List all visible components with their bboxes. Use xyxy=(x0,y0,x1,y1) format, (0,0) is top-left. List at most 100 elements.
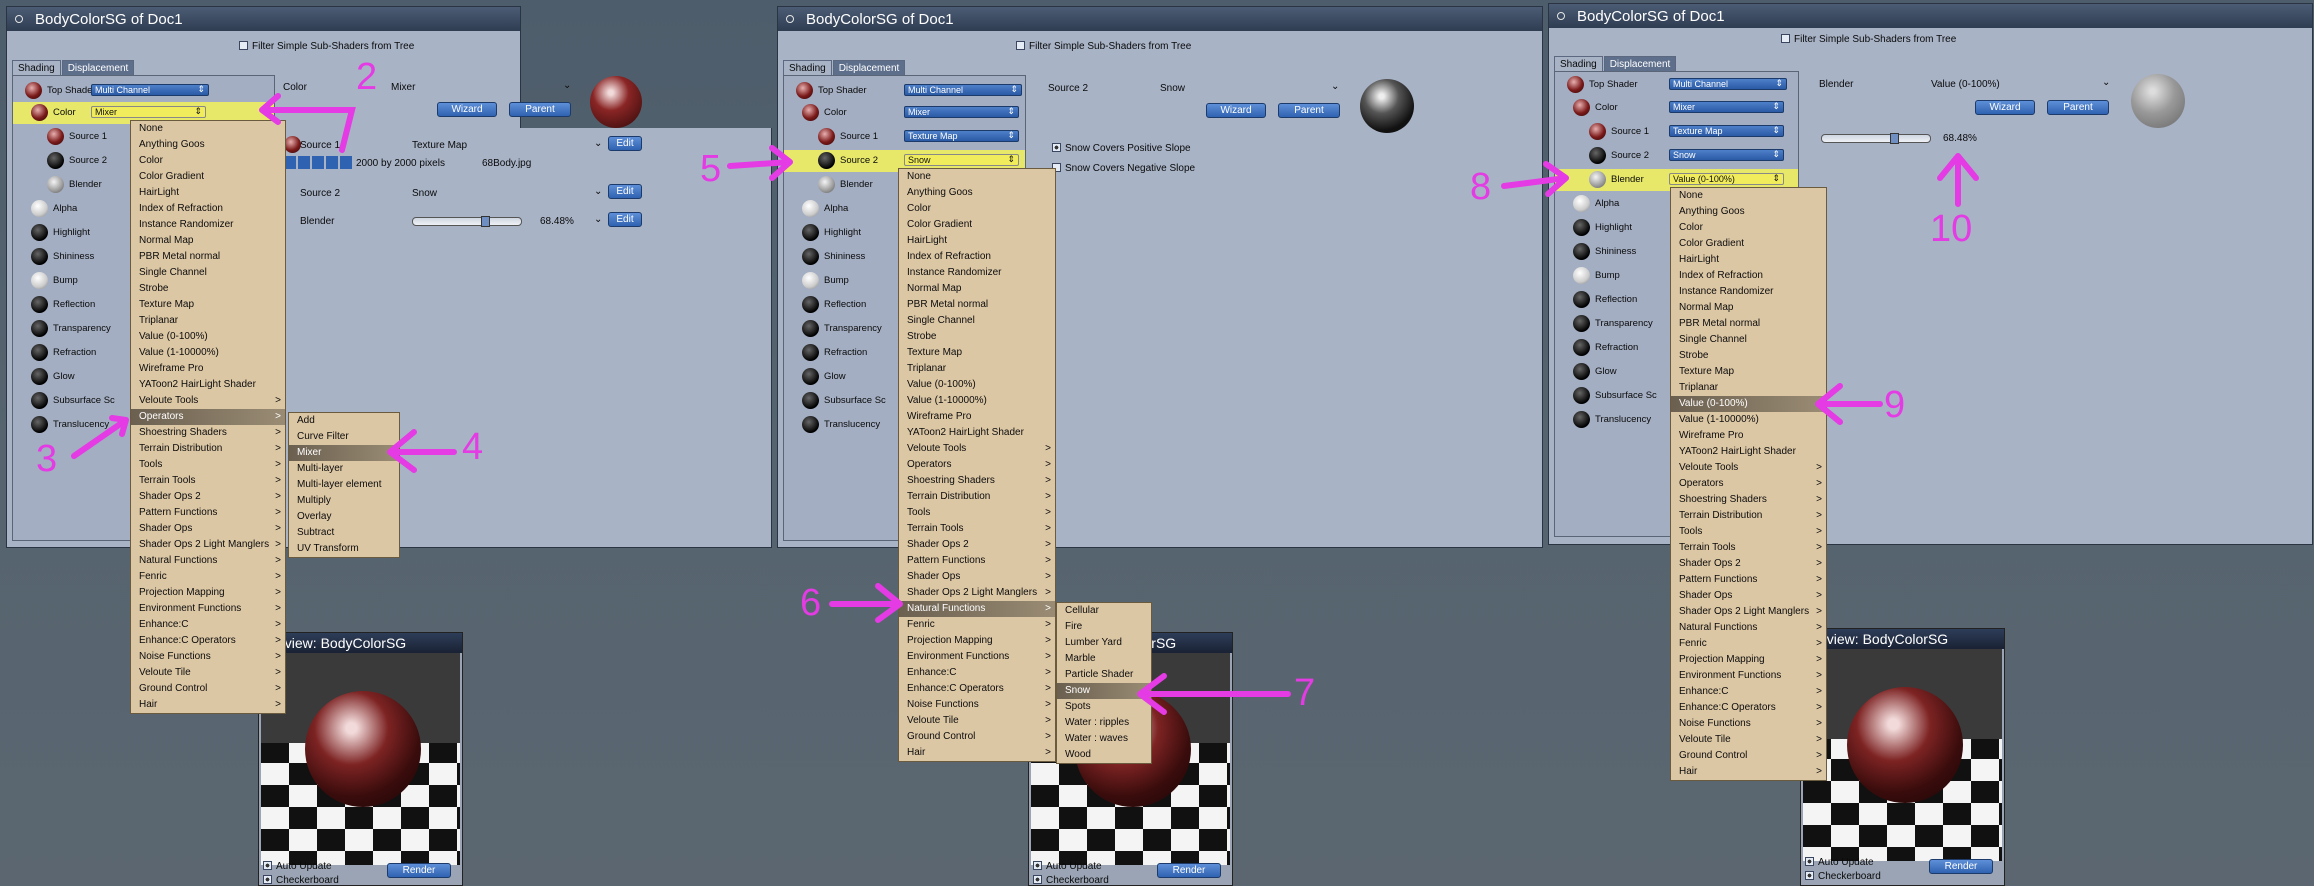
menu-item[interactable]: Noise Functions > xyxy=(899,697,1055,713)
menu-item[interactable]: Enhance:C Operators > xyxy=(899,681,1055,697)
parent-button[interactable]: Parent xyxy=(1278,103,1340,118)
color-dropdown[interactable]: Mixer xyxy=(1669,101,1784,113)
menu-item[interactable]: Shoestring Shaders > xyxy=(899,473,1055,489)
menu-item[interactable]: Fenric > xyxy=(899,617,1055,633)
menu-item[interactable]: Ground Control > xyxy=(1671,748,1826,764)
menu-item[interactable]: Water : ripples xyxy=(1057,715,1151,731)
checkbox-icon[interactable] xyxy=(1052,143,1061,152)
menu-item[interactable]: Shader Ops 2 > xyxy=(131,489,285,505)
menu-item[interactable]: Color xyxy=(1671,220,1826,236)
menu-item[interactable]: Anything Goos xyxy=(899,185,1055,201)
tab-shading[interactable]: Shading xyxy=(12,60,61,76)
render-button[interactable]: Render xyxy=(387,863,451,878)
menu-item[interactable]: Enhance:C > xyxy=(131,617,285,633)
menu-item[interactable]: Shader Ops 2 Light Manglers > xyxy=(131,537,285,553)
menu-item[interactable]: Wireframe Pro xyxy=(131,361,285,377)
menu-item[interactable]: Subtract xyxy=(289,525,399,541)
tree-row-top-shader[interactable]: Top Shader Multi Channel xyxy=(784,80,1025,102)
menu-item[interactable]: Operators > xyxy=(1671,476,1826,492)
panel-title-bar[interactable]: BodyColorSG of Doc1 xyxy=(778,7,1542,31)
checkbox-icon[interactable] xyxy=(1805,857,1814,866)
snow-negative-checkbox[interactable]: Snow Covers Negative Slope xyxy=(1052,163,1195,174)
menu-item[interactable]: Pattern Functions > xyxy=(131,505,285,521)
menu-item[interactable]: Shader Ops 2 > xyxy=(1671,556,1826,572)
menu-item[interactable]: Natural Functions > xyxy=(899,601,1055,617)
menu-item[interactable]: Shader Ops 2 > xyxy=(899,537,1055,553)
chevron-down-icon[interactable]: ⌄ xyxy=(2102,77,2110,88)
parent-button[interactable]: Parent xyxy=(509,102,571,117)
menu-item[interactable]: Instance Randomizer xyxy=(899,265,1055,281)
menu-item[interactable]: Tools > xyxy=(1671,524,1826,540)
render-button[interactable]: Render xyxy=(1929,859,1993,874)
blender-dropdown[interactable]: Value (0-100%) xyxy=(1669,173,1784,185)
auto-update-checkbox[interactable]: Auto Update xyxy=(1033,861,1102,872)
menu-item[interactable]: UV Transform xyxy=(289,541,399,557)
blender-slider[interactable] xyxy=(412,216,522,227)
menu-item[interactable]: Enhance:C Operators > xyxy=(1671,700,1826,716)
tree-row-source1[interactable]: Source 1 Texture Map xyxy=(1555,121,1798,143)
top-shader-dropdown[interactable]: Multi Channel xyxy=(1669,78,1787,90)
menu-item[interactable]: Terrain Tools > xyxy=(899,521,1055,537)
menu-item[interactable]: Value (0-100%) xyxy=(131,329,285,345)
tree-row-source1[interactable]: Source 1 Texture Map xyxy=(784,126,1025,148)
menu-item[interactable]: Fenric > xyxy=(131,569,285,585)
menu-item[interactable]: Instance Randomizer xyxy=(131,217,285,233)
tab-displacement[interactable]: Displacement xyxy=(61,60,135,76)
menu-item[interactable]: Veloute Tile > xyxy=(899,713,1055,729)
source1-dropdown[interactable]: Texture Map xyxy=(1669,125,1784,137)
menu-item[interactable]: Operators > xyxy=(131,409,285,425)
menu-item[interactable]: PBR Metal normal xyxy=(899,297,1055,313)
menu-item[interactable]: Wireframe Pro xyxy=(899,409,1055,425)
menu-item[interactable]: Index of Refraction xyxy=(899,249,1055,265)
menu-item[interactable]: Water : waves xyxy=(1057,731,1151,747)
checkbox-icon[interactable] xyxy=(1033,875,1042,884)
menu-item[interactable]: HairLight xyxy=(1671,252,1826,268)
chevron-down-icon[interactable]: ⌄ xyxy=(594,138,602,149)
menu-item[interactable]: Wireframe Pro xyxy=(1671,428,1826,444)
tree-row-top-shader[interactable]: Top Shader Multi Channel xyxy=(13,80,274,102)
menu-item[interactable]: Noise Functions > xyxy=(131,649,285,665)
tab-displacement[interactable]: Displacement xyxy=(1603,56,1677,72)
menu-item[interactable]: Normal Map xyxy=(1671,300,1826,316)
menu-item[interactable]: Noise Functions > xyxy=(1671,716,1826,732)
menu-item[interactable]: Value (0-100%) xyxy=(1671,396,1826,412)
menu-item[interactable]: Operators > xyxy=(899,457,1055,473)
slider-knob[interactable] xyxy=(481,216,490,227)
menu-item[interactable]: Strobe xyxy=(1671,348,1826,364)
filter-simple-checkbox[interactable]: Filter Simple Sub-Shaders from Tree xyxy=(1781,34,1956,45)
menu-item[interactable]: Shader Ops > xyxy=(131,521,285,537)
menu-item[interactable]: Strobe xyxy=(899,329,1055,345)
menu-item[interactable]: Projection Mapping > xyxy=(131,585,285,601)
wizard-button[interactable]: Wizard xyxy=(1975,100,2035,115)
menu-item[interactable]: Color Gradient xyxy=(131,169,285,185)
tab-shading[interactable]: Shading xyxy=(783,60,832,76)
menu-item[interactable]: Veloute Tools > xyxy=(899,441,1055,457)
edit-button[interactable]: Edit xyxy=(608,184,642,199)
source2-dropdown[interactable]: Snow xyxy=(1669,149,1784,161)
menu-item[interactable]: Spots xyxy=(1057,699,1151,715)
menu-item[interactable]: Fire xyxy=(1057,619,1151,635)
menu-item[interactable]: Add xyxy=(289,413,399,429)
menu-item[interactable]: Single Channel xyxy=(1671,332,1826,348)
window-close-icon[interactable] xyxy=(15,15,23,23)
tree-row-source2[interactable]: Source 2 Snow xyxy=(1555,145,1798,167)
menu-item[interactable]: Natural Functions > xyxy=(1671,620,1826,636)
menu-item[interactable]: Color xyxy=(131,153,285,169)
menu-item[interactable]: Terrain Tools > xyxy=(1671,540,1826,556)
menu-item[interactable]: Anything Goos xyxy=(1671,204,1826,220)
top-shader-dropdown[interactable]: Multi Channel xyxy=(91,84,209,96)
filter-simple-checkbox[interactable]: Filter Simple Sub-Shaders from Tree xyxy=(239,41,414,52)
menu-item[interactable]: Instance Randomizer xyxy=(1671,284,1826,300)
menu-item[interactable]: PBR Metal normal xyxy=(131,249,285,265)
menu-item[interactable]: Hair > xyxy=(899,745,1055,761)
edit-button[interactable]: Edit xyxy=(608,136,642,151)
menu-item[interactable]: Texture Map xyxy=(1671,364,1826,380)
auto-update-checkbox[interactable]: Auto Update xyxy=(263,861,332,872)
slider-knob[interactable] xyxy=(1890,133,1899,144)
menu-item[interactable]: Veloute Tools > xyxy=(131,393,285,409)
wizard-button[interactable]: Wizard xyxy=(1206,103,1266,118)
menu-item[interactable]: Pattern Functions > xyxy=(1671,572,1826,588)
menu-item[interactable]: Veloute Tile > xyxy=(1671,732,1826,748)
menu-item[interactable]: Texture Map xyxy=(131,297,285,313)
menu-item[interactable]: Terrain Distribution > xyxy=(1671,508,1826,524)
